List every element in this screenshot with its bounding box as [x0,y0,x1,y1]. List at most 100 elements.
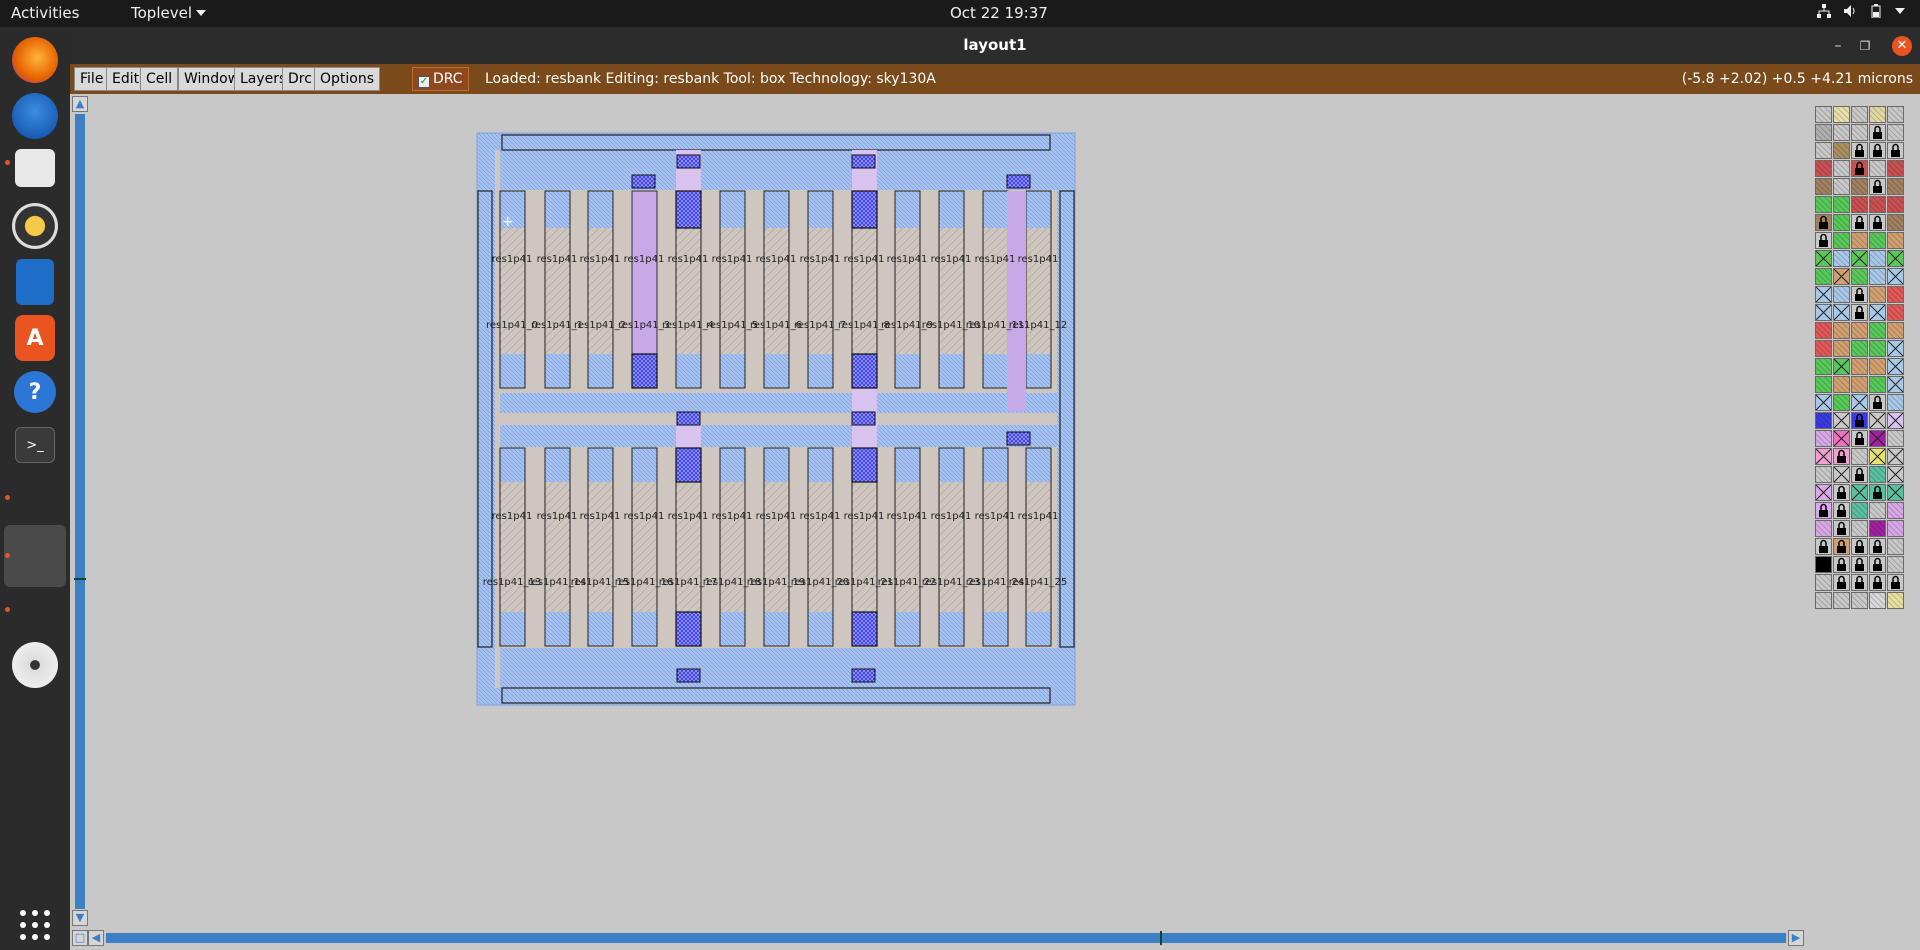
layer-swatch[interactable] [1833,322,1850,339]
layer-swatch[interactable] [1869,358,1886,375]
layer-swatch[interactable] [1887,376,1904,393]
scroll-up-icon[interactable]: ▲ [72,96,88,112]
layer-swatch[interactable] [1851,448,1868,465]
app-menu[interactable]: Toplevel [131,4,206,22]
layer-swatch[interactable] [1815,556,1832,573]
layer-swatch[interactable] [1851,412,1868,429]
software-icon[interactable]: A [15,315,55,361]
layer-swatch[interactable] [1869,304,1886,321]
scroll-left-icon[interactable]: ◀ [88,930,104,946]
layer-swatch[interactable] [1833,592,1850,609]
layer-swatch[interactable] [1851,574,1868,591]
layer-swatch[interactable] [1851,466,1868,483]
layer-swatch[interactable] [1851,268,1868,285]
layer-swatch[interactable] [1815,196,1832,213]
layer-swatch[interactable] [1869,160,1886,177]
layer-swatch[interactable] [1887,160,1904,177]
layer-swatch[interactable] [1833,520,1850,537]
layer-swatch[interactable] [1833,394,1850,411]
layer-swatch[interactable] [1833,250,1850,267]
layer-swatch[interactable] [1869,214,1886,231]
layer-swatch[interactable] [1887,322,1904,339]
layer-swatch[interactable] [1815,322,1832,339]
layer-swatch[interactable] [1851,340,1868,357]
layer-swatch[interactable] [1851,592,1868,609]
blank-app-icon[interactable] [4,525,66,587]
layer-swatch[interactable] [1869,538,1886,555]
layer-swatch[interactable] [1869,574,1886,591]
layer-swatch[interactable] [1851,286,1868,303]
layer-swatch[interactable] [1851,556,1868,573]
layer-swatch[interactable] [1851,196,1868,213]
horizontal-scroll-track[interactable] [106,933,1786,943]
layer-swatch[interactable] [1887,538,1904,555]
layer-swatch[interactable] [1887,466,1904,483]
layer-swatch[interactable] [1851,124,1868,141]
menu-drc[interactable]: Drc [282,67,318,91]
dvd-icon[interactable] [12,642,58,688]
layer-swatch[interactable] [1851,142,1868,159]
horizontal-scrollbar[interactable]: □ ◀ ▶ [70,929,1810,947]
layer-swatch[interactable] [1815,106,1832,123]
layer-swatch[interactable] [1869,394,1886,411]
layer-swatch[interactable] [1833,430,1850,447]
vertical-scroll-thumb[interactable] [74,578,86,580]
close-icon[interactable]: ✕ [1892,36,1912,56]
layer-swatch[interactable] [1851,376,1868,393]
layer-swatch[interactable] [1851,484,1868,501]
layer-swatch[interactable] [1815,592,1832,609]
layer-swatch[interactable] [1887,178,1904,195]
layer-swatch[interactable] [1887,358,1904,375]
layer-swatch[interactable] [1851,430,1868,447]
layer-swatch[interactable] [1833,304,1850,321]
layer-swatch[interactable] [1887,520,1904,537]
layer-swatch[interactable] [1851,106,1868,123]
layer-swatch[interactable] [1833,448,1850,465]
layer-swatch[interactable] [1869,448,1886,465]
minimize-icon[interactable]: – [1828,36,1848,56]
layer-swatch[interactable] [1851,394,1868,411]
layer-swatch[interactable] [1815,304,1832,321]
thunderbird-icon[interactable] [12,93,58,139]
layer-swatch[interactable] [1851,520,1868,537]
layer-swatch[interactable] [1887,232,1904,249]
layer-swatch[interactable] [1815,502,1832,519]
layer-swatch[interactable] [1815,376,1832,393]
terminal-icon[interactable]: >_ [15,427,55,463]
layer-swatch[interactable] [1887,286,1904,303]
layer-swatch[interactable] [1815,574,1832,591]
layer-swatch[interactable] [1815,448,1832,465]
layer-swatch[interactable] [1851,250,1868,267]
horizontal-scroll-thumb[interactable] [1160,931,1162,945]
layer-swatch[interactable] [1833,106,1850,123]
title-bar[interactable]: layout1 – ❐ ✕ [70,27,1920,64]
layer-swatch[interactable] [1833,232,1850,249]
layer-swatch[interactable] [1869,124,1886,141]
layer-swatch[interactable] [1833,286,1850,303]
layer-swatch[interactable] [1815,520,1832,537]
layer-swatch[interactable] [1887,574,1904,591]
layer-swatch[interactable] [1887,394,1904,411]
layer-swatch[interactable] [1833,178,1850,195]
layer-swatch[interactable] [1815,484,1832,501]
layer-swatch[interactable] [1869,430,1886,447]
layer-swatch[interactable] [1887,142,1904,159]
layer-swatch[interactable] [1851,178,1868,195]
layer-swatch[interactable] [1887,556,1904,573]
layer-swatch[interactable] [1869,520,1886,537]
layer-swatch[interactable] [1869,466,1886,483]
layer-swatch[interactable] [1815,268,1832,285]
layer-swatch[interactable] [1833,340,1850,357]
firefox-icon[interactable] [12,37,58,83]
layer-swatch[interactable] [1815,466,1832,483]
layer-swatch[interactable] [1887,304,1904,321]
layer-swatch[interactable] [1815,394,1832,411]
layer-swatch[interactable] [1815,214,1832,231]
layer-swatch[interactable] [1815,412,1832,429]
layer-swatch[interactable] [1869,322,1886,339]
layer-swatch[interactable] [1887,124,1904,141]
layer-swatch[interactable] [1887,502,1904,519]
vertical-scroll-track[interactable] [75,114,85,909]
layer-swatch[interactable] [1833,484,1850,501]
layer-swatch[interactable] [1887,430,1904,447]
